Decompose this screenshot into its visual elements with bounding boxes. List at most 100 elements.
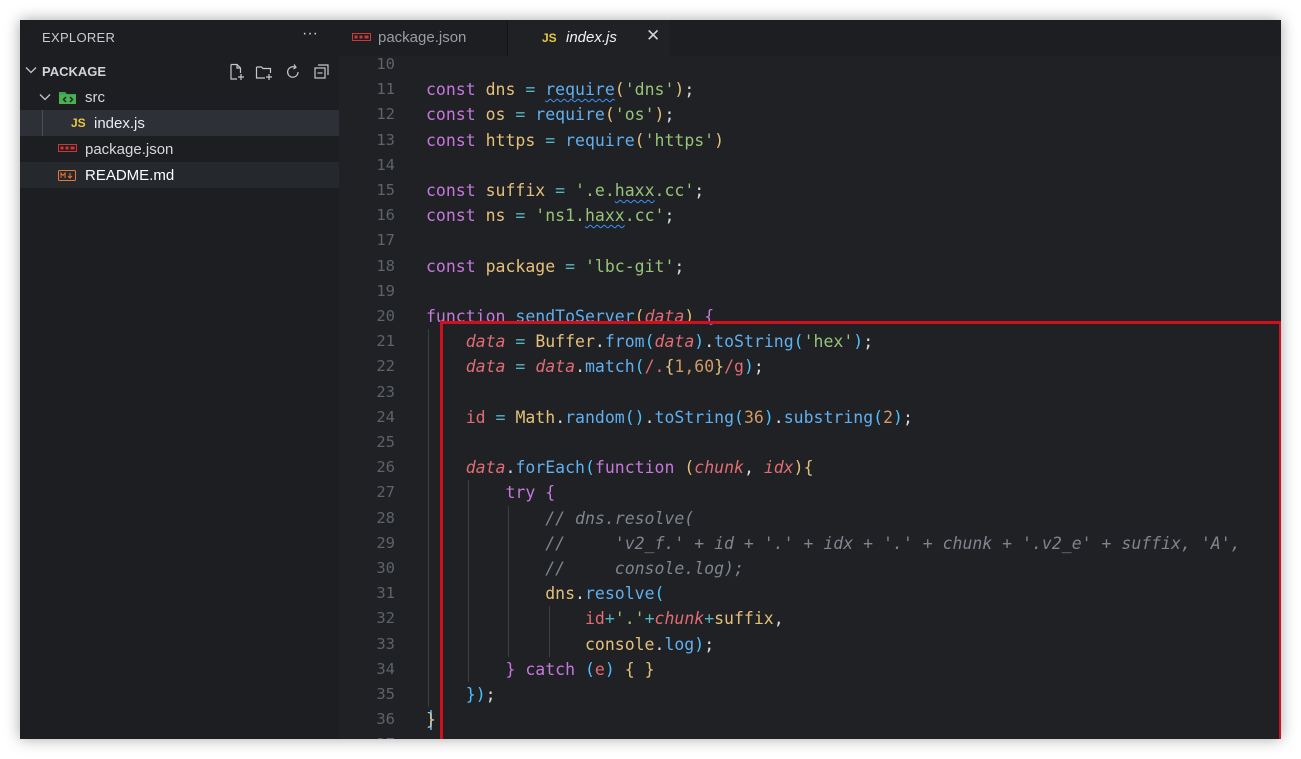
editor-tab-bar: package.json JS index.js ✕ (339, 20, 1281, 56)
more-actions-icon[interactable]: ··· (302, 25, 318, 43)
line-number: 10 (376, 56, 395, 73)
code-token: .cc' (624, 206, 665, 226)
indent-guide (42, 110, 43, 136)
code-token: ( (634, 130, 645, 150)
code-text: } (426, 707, 436, 732)
folder-title: PACKAGE (42, 64, 107, 79)
code-token: ns (485, 206, 506, 226)
code-text: const https = require('https') (426, 128, 724, 153)
new-file-icon[interactable] (227, 63, 245, 81)
code-line: 12 const os = require('os'); (339, 102, 1281, 127)
tab-index-js[interactable]: JS index.js ✕ (508, 20, 670, 56)
line-number: 31 (376, 584, 395, 603)
code-line: 10 (339, 56, 1281, 77)
code-line: 15 const suffix = '.e.haxx.cc'; (339, 178, 1281, 203)
line-number: 28 (376, 508, 395, 527)
line-number: 13 (376, 130, 395, 149)
folder-header-package[interactable]: PACKAGE (20, 58, 339, 84)
refresh-icon[interactable] (284, 63, 302, 81)
markdown-file-icon (58, 170, 76, 181)
chevron-down-icon (39, 94, 51, 101)
tree-item-readme-md[interactable]: README.md (20, 162, 339, 188)
line-number: 25 (376, 433, 395, 451)
tab-label: package.json (378, 29, 467, 46)
line-number: 33 (376, 634, 395, 653)
line-number: 18 (376, 256, 395, 275)
code-token: ; (664, 105, 675, 125)
code-token: } (426, 710, 436, 730)
highlight-annotation-box (440, 321, 1281, 739)
code-token: 'ns1. (535, 206, 585, 226)
code-token: = (515, 80, 546, 100)
tree-item-index-js[interactable]: JS index.js (20, 110, 339, 136)
code-token: ( (604, 105, 615, 125)
code-token: '.e. (575, 181, 615, 200)
code-token: 'https' (644, 130, 715, 150)
line-number: 16 (376, 206, 395, 225)
line-number: 24 (376, 407, 395, 426)
collapse-all-icon[interactable] (313, 63, 331, 81)
code-token: const (426, 80, 486, 100)
line-number: 12 (376, 105, 395, 124)
code-token: = (505, 206, 536, 226)
code-text: const os = require('os'); (426, 102, 674, 127)
tree-item-label: index.js (94, 115, 145, 132)
code-token: const (426, 130, 486, 150)
code-token: haxx (584, 206, 625, 226)
code-token: 'os' (614, 105, 655, 125)
line-number: 35 (376, 685, 395, 703)
tree-item-label: src (85, 89, 105, 106)
line-number: 15 (376, 181, 395, 199)
code-text: const dns = require('dns'); (426, 77, 704, 102)
code-token: os (485, 105, 506, 125)
code-token: = (555, 256, 585, 276)
line-number: 11 (376, 80, 395, 99)
code-token: .cc' (654, 181, 695, 200)
vscode-window: EXPLORER ··· PACKAGE src JS index.js pac… (20, 20, 1281, 739)
code-token: = (545, 181, 576, 200)
javascript-file-icon: JS (542, 31, 557, 45)
code-line: 16 const ns = 'ns1.haxx.cc'; (339, 203, 1281, 228)
code-token: ; (664, 206, 675, 226)
code-token: require (545, 80, 615, 100)
code-token: ) (714, 130, 725, 150)
code-token: 'lbc-git' (584, 256, 675, 276)
tab-package-json[interactable]: package.json (339, 20, 508, 56)
explorer-title: EXPLORER (42, 30, 116, 45)
line-number: 27 (376, 483, 395, 502)
code-token: require (535, 105, 605, 125)
code-token: ; (694, 181, 705, 200)
code-token: = (505, 105, 536, 125)
tree-item-label: README.md (85, 167, 175, 184)
code-line: 19 (339, 279, 1281, 304)
code-token: dns (485, 80, 516, 100)
code-token: ) (654, 105, 665, 125)
line-number: 37 (339, 732, 395, 739)
new-folder-icon[interactable] (255, 63, 273, 81)
tab-label: index.js (566, 29, 617, 46)
code-token: suffix (485, 181, 546, 200)
line-number: 36 (376, 710, 395, 729)
close-icon[interactable]: ✕ (646, 26, 660, 46)
code-token: ( (614, 80, 625, 100)
tree-item-package-json[interactable]: package.json (20, 136, 339, 162)
code-token: ; (674, 256, 685, 276)
code-line: 13 const https = require('https') (339, 128, 1281, 153)
code-editor[interactable]: 10 11 const dns = require('dns'); 12 const … (339, 56, 1281, 739)
code-line: 18 const package = 'lbc-git'; (339, 254, 1281, 279)
line-number: 26 (376, 458, 395, 477)
explorer-sidebar: EXPLORER ··· PACKAGE src JS index.js pac… (20, 20, 339, 739)
explorer-header: EXPLORER ··· (20, 20, 339, 56)
tree-item-label: package.json (85, 141, 174, 158)
tree-item-src[interactable]: src (20, 84, 339, 110)
code-token: const (426, 256, 486, 276)
code-token: ; (684, 80, 705, 100)
code-line: 11 const dns = require('dns'); (339, 77, 1281, 102)
src-folder-icon (59, 92, 76, 104)
line-number: 22 (376, 357, 395, 376)
chevron-down-icon (25, 67, 37, 74)
line-number: 32 (376, 609, 395, 628)
code-token: const (426, 181, 486, 200)
code-token: 'dns' (624, 80, 675, 100)
npm-file-icon (58, 144, 77, 152)
